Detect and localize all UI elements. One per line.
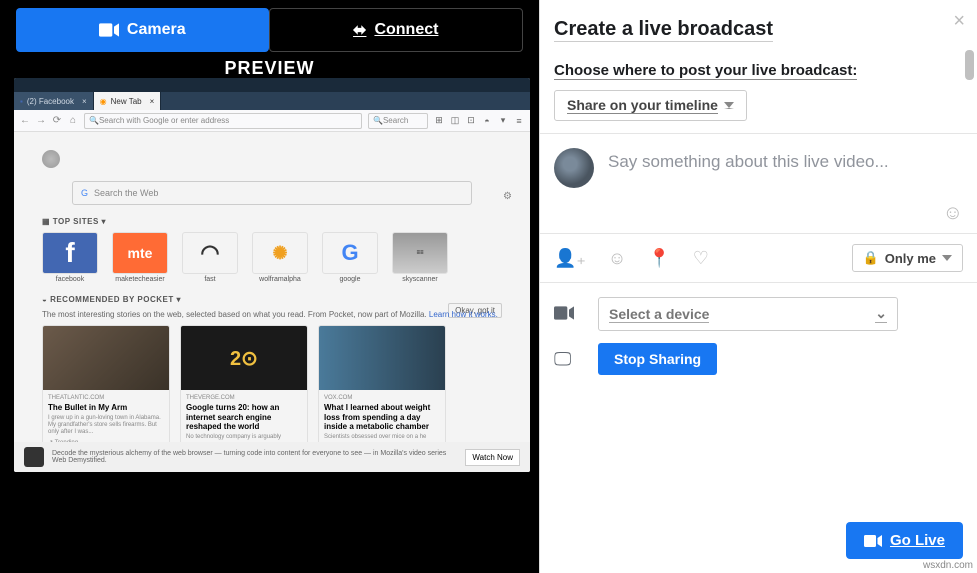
share-dropdown-label: Share on your timeline bbox=[567, 97, 718, 114]
bottom-banner: Decode the mysterious alchemy of the web… bbox=[14, 442, 530, 472]
browser-titlebar bbox=[14, 78, 530, 92]
article-card[interactable]: VOX.COM What I learned about weight loss… bbox=[318, 325, 446, 457]
donate-icon[interactable]: ♡ bbox=[693, 248, 709, 269]
watermark: wsxdn.com bbox=[923, 560, 973, 571]
emoji-icon[interactable]: ☺ bbox=[943, 202, 963, 224]
share-dropdown[interactable]: Share on your timeline bbox=[554, 90, 747, 121]
article-image bbox=[43, 326, 169, 390]
location-icon[interactable]: 📍 bbox=[648, 248, 670, 269]
chevron-down-icon bbox=[942, 255, 952, 261]
addons-icon[interactable]: ⊡ bbox=[466, 115, 476, 126]
privacy-label: Only me bbox=[885, 251, 936, 266]
learn-link[interactable]: Learn how it works. bbox=[429, 310, 498, 319]
home-icon[interactable]: ⌂ bbox=[68, 116, 78, 126]
topsite[interactable]: Ggoogle bbox=[322, 232, 378, 283]
article-image: 2⊙ bbox=[181, 326, 307, 390]
topsite[interactable]: ≡≡skyscanner bbox=[392, 232, 448, 283]
close-icon[interactable]: × bbox=[82, 97, 87, 106]
gear-icon[interactable]: ⚙ bbox=[503, 191, 512, 202]
shield-icon[interactable]: ◓ bbox=[482, 116, 492, 126]
page-title: Create a live broadcast bbox=[554, 18, 773, 42]
topsite[interactable]: mtemaketecheasier bbox=[112, 232, 168, 283]
browser-tab[interactable]: ▪(2) Facebook× bbox=[14, 92, 94, 110]
connect-tab[interactable]: ⬌ Connect bbox=[269, 8, 524, 52]
browser-toolbar: ← → ⟳ ⌂ 🔍 Search with Google or enter ad… bbox=[14, 110, 530, 132]
chevron-down-icon bbox=[724, 102, 734, 109]
article-card[interactable]: 2⊙ THEVERGE.COM Google turns 20: how an … bbox=[180, 325, 308, 457]
connect-tab-label: Connect bbox=[374, 21, 438, 39]
privacy-dropdown[interactable]: 🔒 Only me bbox=[852, 244, 963, 272]
library-icon[interactable]: ⊞ bbox=[434, 115, 444, 126]
left-panel: Camera ⬌ Connect PREVIEW ▪(2) Facebook× … bbox=[0, 0, 539, 573]
chevron-down-icon: ⌄ bbox=[875, 305, 887, 323]
topsite[interactable]: ✺wolframalpha bbox=[252, 232, 308, 283]
right-panel: × Create a live broadcast Choose where t… bbox=[539, 0, 977, 573]
watch-now-button[interactable]: Watch Now bbox=[465, 449, 520, 466]
search-web-input[interactable]: G Search the Web bbox=[72, 181, 472, 205]
compose-input[interactable]: Say something about this live video... bbox=[608, 148, 889, 188]
mode-tabs: Camera ⬌ Connect bbox=[0, 0, 539, 60]
recommended-desc: The most interesting stories on the web,… bbox=[42, 310, 502, 319]
avatar bbox=[554, 148, 594, 188]
article-card[interactable]: THEATLANTIC.COM The Bullet in My Arm I g… bbox=[42, 325, 170, 457]
go-live-button[interactable]: Go Live bbox=[846, 522, 963, 559]
menu-icon[interactable]: ≡ bbox=[514, 116, 524, 126]
topsite[interactable]: ◠fast bbox=[182, 232, 238, 283]
camera-tab[interactable]: Camera bbox=[16, 8, 269, 52]
browser-tab[interactable]: ◉New Tab× bbox=[94, 92, 162, 110]
feeling-icon[interactable]: ☺ bbox=[608, 248, 626, 269]
firefox-logo bbox=[42, 150, 60, 168]
camera-icon bbox=[99, 23, 119, 37]
address-bar[interactable]: 🔍 Search with Google or enter address bbox=[84, 113, 362, 129]
browser-content: G Search the Web ⚙ ▦ TOP SITES ▾ ffacebo… bbox=[14, 132, 530, 472]
monitor-icon: 🖵 bbox=[554, 349, 576, 370]
close-icon[interactable]: × bbox=[150, 97, 155, 106]
forward-icon[interactable]: → bbox=[36, 116, 46, 126]
action-bar: 👤₊ ☺ 📍 ♡ 🔒 Only me bbox=[540, 233, 977, 282]
browser-tabbar: ▪(2) Facebook× ◉New Tab× bbox=[14, 92, 530, 110]
scrollbar[interactable] bbox=[965, 50, 974, 80]
camera-tab-label: Camera bbox=[127, 21, 186, 39]
lock-icon: 🔒 bbox=[863, 250, 879, 266]
search-bar[interactable]: 🔍 Search bbox=[368, 113, 428, 129]
article-cards: THEATLANTIC.COM The Bullet in My Arm I g… bbox=[42, 325, 502, 457]
video-icon bbox=[554, 304, 576, 325]
stop-sharing-button[interactable]: Stop Sharing bbox=[598, 343, 717, 375]
camera-icon bbox=[864, 534, 882, 548]
device-select[interactable]: Select a device ⌄ bbox=[598, 297, 898, 331]
choose-label: Choose where to post your live broadcast… bbox=[554, 62, 857, 80]
topsites-label: ▦ TOP SITES ▾ bbox=[42, 217, 502, 226]
connect-icon: ⬌ bbox=[353, 20, 366, 40]
topsite[interactable]: ffacebook bbox=[42, 232, 98, 283]
tag-people-icon[interactable]: 👤₊ bbox=[554, 248, 586, 269]
topsites-grid: ffacebook mtemaketecheasier ◠fast ✺wolfr… bbox=[42, 232, 502, 283]
banner-icon bbox=[24, 447, 44, 467]
close-icon[interactable]: × bbox=[953, 10, 965, 33]
pocket-icon[interactable]: ▾ bbox=[498, 115, 508, 126]
compose-area: Say something about this live video... bbox=[540, 134, 977, 202]
preview-screen: ▪(2) Facebook× ◉New Tab× ← → ⟳ ⌂ 🔍 Searc… bbox=[14, 78, 530, 472]
preview-label: PREVIEW bbox=[0, 58, 539, 79]
reload-icon[interactable]: ⟳ bbox=[52, 116, 62, 126]
recommended-label: ◒ RECOMMENDED BY POCKET ▾ bbox=[42, 295, 502, 304]
sidebar-icon[interactable]: ◫ bbox=[450, 115, 460, 126]
back-icon[interactable]: ← bbox=[20, 116, 30, 126]
article-image bbox=[319, 326, 445, 390]
